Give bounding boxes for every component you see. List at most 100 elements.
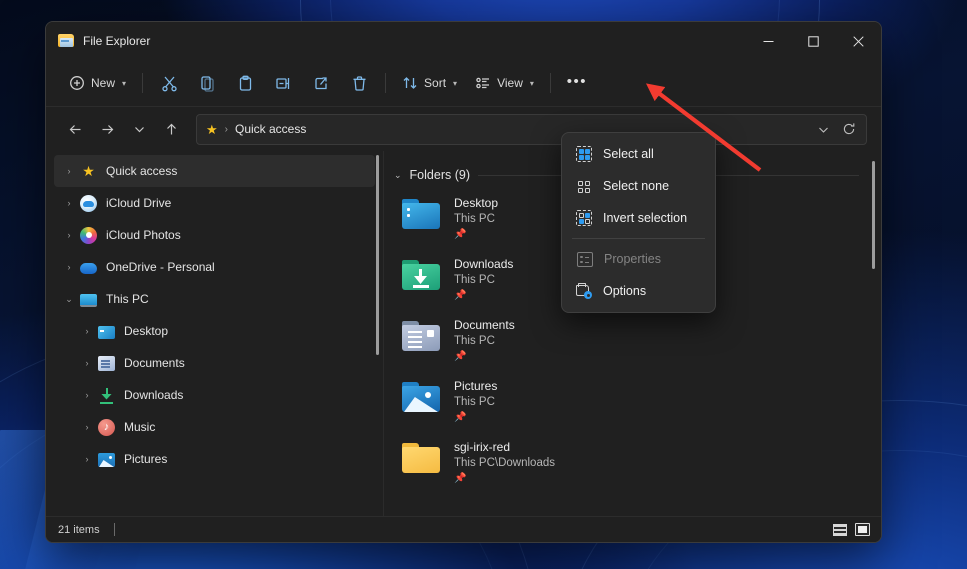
copy-button[interactable] [188, 67, 226, 99]
menu-item-invert-selection[interactable]: Invert selection [565, 202, 712, 234]
back-button[interactable] [60, 114, 90, 144]
refresh-button[interactable] [836, 117, 862, 142]
arrow-right-icon [102, 124, 113, 134]
sidebar-item-pictures[interactable]: › Pictures [54, 443, 375, 475]
sidebar-item-icloud-photos[interactable]: › iCloud Photos [54, 219, 375, 251]
minimize-button[interactable] [746, 22, 791, 60]
trash-icon [353, 75, 366, 91]
plain-folder-icon [398, 441, 442, 479]
sort-button-label: Sort [424, 76, 447, 90]
chevron-down-icon: ▾ [122, 78, 127, 88]
forward-button[interactable] [92, 114, 122, 144]
file-item-text: Desktop This PC 📌 [454, 195, 498, 240]
sidebar-item-label: Pictures [124, 452, 168, 466]
view-button[interactable]: View ▾ [466, 67, 543, 99]
status-bar: 21 items [46, 516, 881, 542]
pc-icon [80, 293, 97, 307]
downloads-icon [98, 387, 115, 404]
file-item-location: This PC\Downloads [454, 457, 555, 469]
pin-icon: 📌 [454, 229, 467, 240]
sidebar-item-desktop[interactable]: › Desktop [54, 315, 375, 347]
address-bar[interactable]: ★ › Quick access [196, 113, 867, 145]
details-view-toggle[interactable] [831, 522, 848, 537]
sidebar-item-downloads[interactable]: › Downloads [54, 379, 375, 411]
pictures-icon [98, 453, 115, 467]
menu-item-select-none[interactable]: Select none [565, 170, 712, 202]
view-button-label: View [497, 76, 523, 90]
desktop-icon [98, 325, 115, 339]
sidebar-item-icloud-drive[interactable]: › iCloud Drive [54, 187, 375, 219]
cut-button[interactable] [150, 67, 188, 99]
chevron-right-icon[interactable]: › [58, 262, 80, 272]
pin-icon: 📌 [454, 412, 467, 423]
menu-item-label: Select none [603, 179, 670, 193]
star-icon: ★ [206, 121, 218, 137]
rename-icon [275, 77, 289, 89]
breadcrumb-quick-access[interactable]: Quick access [235, 122, 306, 136]
chevron-right-icon[interactable]: › [58, 198, 80, 208]
chevron-down-icon[interactable]: ⌄ [394, 170, 402, 181]
chevron-down-icon[interactable]: ⌄ [58, 294, 80, 305]
maximize-button[interactable] [791, 22, 836, 60]
close-button[interactable] [836, 22, 881, 60]
navigation-pane: › ★ Quick access › iCloud Drive › iCloud Photo… [46, 151, 384, 516]
chevron-right-icon[interactable]: › [76, 390, 98, 400]
file-item-name: Pictures [454, 379, 498, 393]
ellipsis-icon: ••• [566, 72, 587, 90]
file-item[interactable]: sgi-irix-red This PC\Downloads 📌 [394, 431, 859, 492]
scissors-icon [161, 76, 177, 91]
new-button[interactable]: New ▾ [60, 67, 135, 99]
desktop-folder-icon [398, 197, 442, 235]
sidebar-item-label: Music [124, 420, 156, 434]
sidebar-item-label: iCloud Drive [106, 196, 172, 210]
plus-circle-icon [70, 76, 84, 90]
chevron-right-icon[interactable]: › [58, 230, 80, 240]
chevron-right-icon[interactable]: › [58, 166, 80, 176]
recent-locations-button[interactable] [124, 114, 154, 144]
toolbar-separator [385, 73, 387, 93]
large-icons-view-toggle[interactable] [854, 522, 871, 537]
window-title: File Explorer [83, 34, 151, 48]
sidebar-item-music[interactable]: › Music [54, 411, 375, 443]
file-item-name: Desktop [454, 196, 499, 210]
chevron-right-icon[interactable]: › [76, 358, 98, 368]
share-button[interactable] [302, 67, 340, 99]
address-bar-row: ★ › Quick access [46, 107, 881, 151]
menu-item-select-all[interactable]: Select all [565, 138, 712, 170]
navigation-list: › ★ Quick access › iCloud Drive › iCloud Photo… [54, 155, 383, 475]
address-dropdown-button[interactable] [810, 117, 836, 142]
menu-item-options[interactable]: Options [565, 275, 712, 307]
pin-icon: 📌 [454, 290, 467, 301]
see-more-button[interactable]: ••• [558, 67, 596, 99]
title-bar[interactable]: File Explorer [46, 22, 881, 60]
arrow-up-icon [166, 123, 176, 134]
properties-icon [577, 251, 593, 267]
folders-group-title: Folders (9) [409, 168, 470, 182]
sidebar-item-quick-access[interactable]: › ★ Quick access [54, 155, 375, 187]
chevron-right-icon[interactable]: › [76, 454, 98, 464]
breadcrumb-separator: › [224, 123, 228, 135]
navigation-scrollbar[interactable] [376, 155, 379, 355]
sidebar-item-label: Documents [124, 356, 185, 370]
sidebar-item-this-pc[interactable]: ⌄ This PC [54, 283, 375, 315]
chevron-right-icon[interactable]: › [76, 326, 98, 336]
sidebar-item-documents[interactable]: › Documents [54, 347, 375, 379]
share-icon [314, 76, 327, 89]
file-item[interactable]: Documents This PC 📌 [394, 309, 859, 370]
delete-button[interactable] [340, 67, 378, 99]
menu-item-label: Select all [603, 147, 654, 161]
paste-button[interactable] [226, 67, 264, 99]
select-all-icon [576, 146, 592, 162]
star-icon: ★ [82, 162, 95, 179]
sort-button[interactable]: Sort ▾ [393, 67, 466, 99]
chevron-right-icon[interactable]: › [76, 422, 98, 432]
up-button[interactable] [156, 114, 186, 144]
file-item-location: This PC [454, 396, 495, 408]
content-scrollbar[interactable] [872, 161, 875, 269]
chevron-down-icon [134, 126, 144, 132]
file-item[interactable]: Pictures This PC 📌 [394, 370, 859, 431]
window-controls [746, 22, 881, 60]
file-item-text: sgi-irix-red This PC\Downloads 📌 [454, 439, 555, 484]
sidebar-item-onedrive-personal[interactable]: › OneDrive - Personal [54, 251, 375, 283]
rename-button[interactable] [264, 67, 302, 99]
